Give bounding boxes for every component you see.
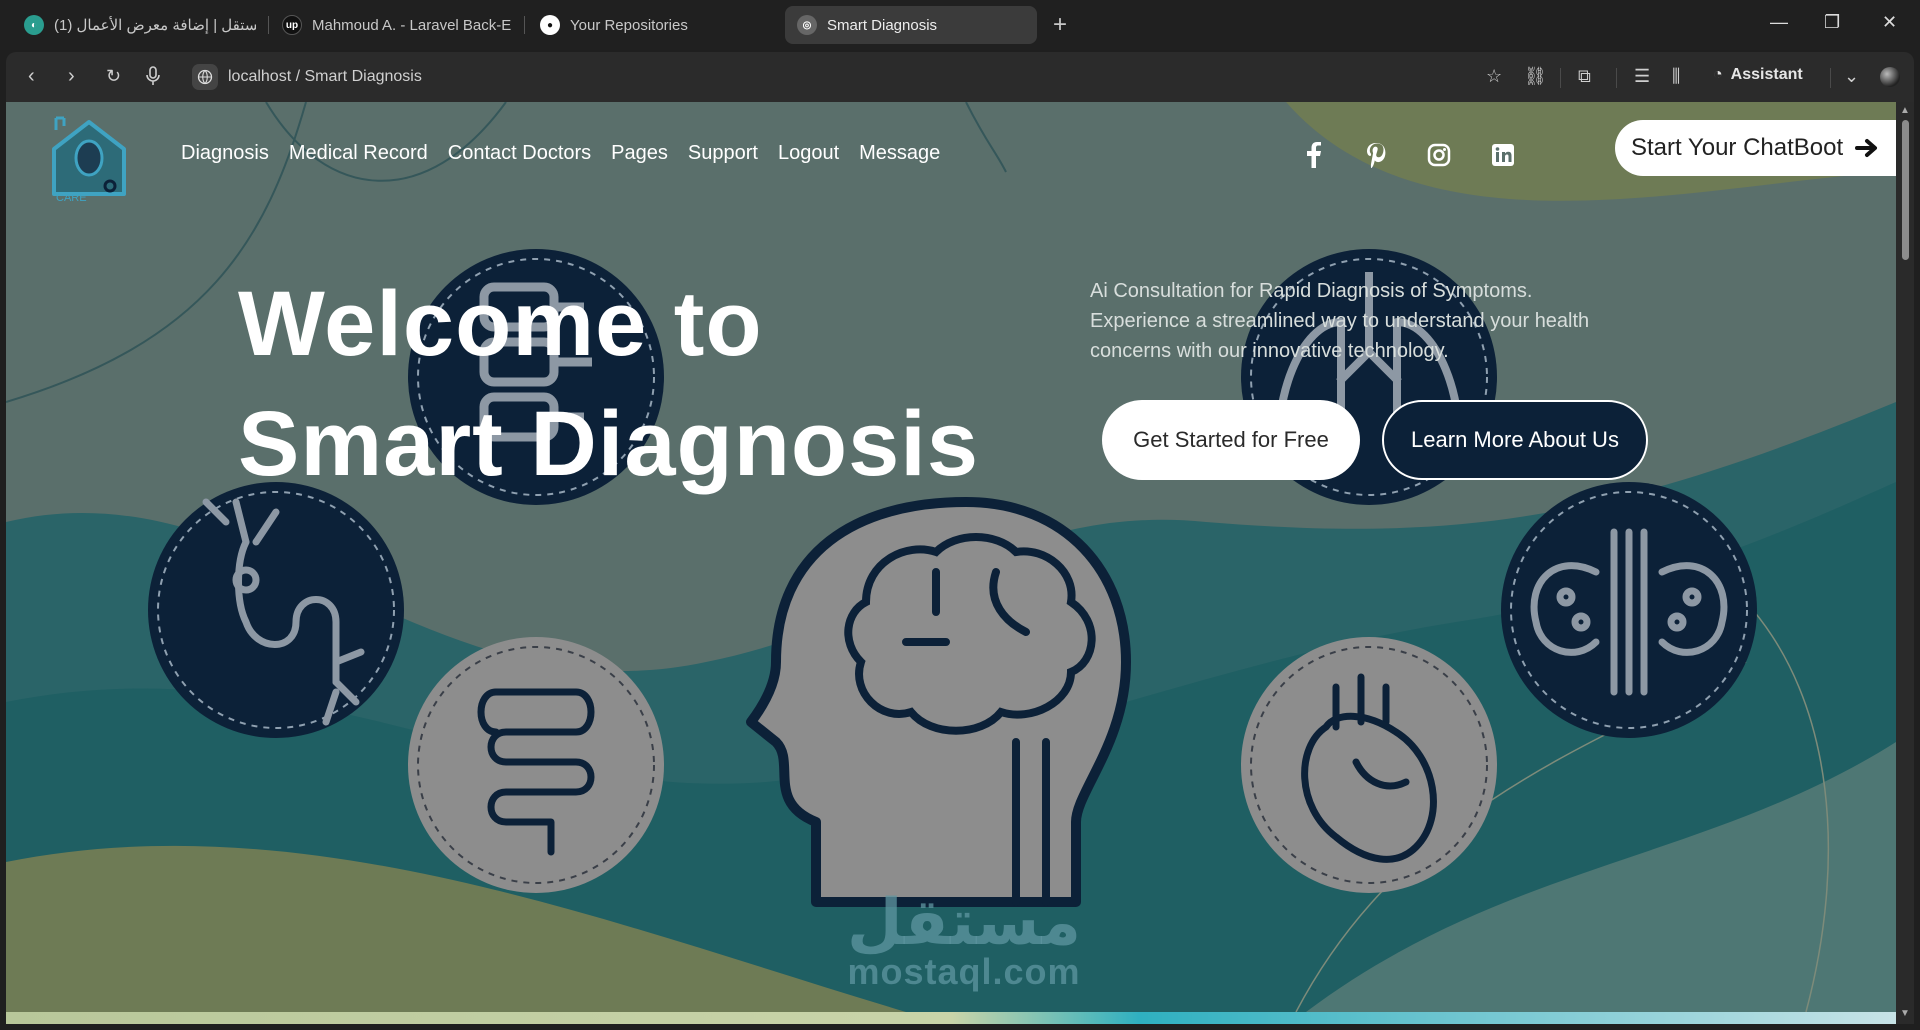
browser-tab-bar: ◐ مستقل | إضافة معرض الأعمال (1) up Mahm… <box>0 0 1920 50</box>
scroll-up-icon[interactable]: ▲ <box>1900 105 1910 116</box>
main-nav: Diagnosis Medical Record Contact Doctors… <box>181 142 940 165</box>
hero-title-line2: Smart Diagnosis <box>238 393 979 495</box>
tab-label: Smart Diagnosis <box>827 16 938 34</box>
instagram-icon[interactable] <box>1424 140 1454 170</box>
globe-icon: ◎ <box>797 15 817 35</box>
nav-message[interactable]: Message <box>859 142 940 165</box>
toolbar-divider <box>1560 68 1561 88</box>
watermark-latin: mostaql.com <box>847 951 1081 992</box>
profile-avatar[interactable] <box>1880 67 1900 87</box>
microphone-icon[interactable] <box>146 66 160 90</box>
mostaql-watermark: مستقل mostaql.com <box>844 886 1084 992</box>
logo-text: CARE <box>56 192 87 204</box>
tab-mostaql[interactable]: ◐ مستقل | إضافة معرض الأعمال (1) <box>24 6 256 44</box>
facebook-icon[interactable] <box>1299 140 1329 170</box>
forward-icon[interactable]: › <box>68 66 75 86</box>
tab-separator <box>268 16 269 34</box>
assistant-label: Assistant <box>1730 66 1803 83</box>
new-tab-button[interactable]: + <box>1053 12 1067 38</box>
tab-separator <box>524 16 525 34</box>
back-icon[interactable]: ‹ <box>28 66 35 86</box>
hero-title-line1: Welcome to <box>238 273 763 375</box>
intestine-icon <box>408 637 664 893</box>
site-info-icon[interactable] <box>192 64 218 90</box>
pinterest-icon[interactable] <box>1361 140 1391 170</box>
nav-support[interactable]: Support <box>688 142 758 165</box>
linkedin-icon[interactable] <box>1488 140 1518 170</box>
reload-icon[interactable]: ↻ <box>106 66 121 86</box>
reading-list-icon[interactable]: ☰ <box>1634 66 1650 86</box>
heart-icon <box>1241 637 1497 893</box>
hero-title: Welcome to Smart Diagnosis <box>238 264 979 504</box>
mostaql-icon: ◐ <box>24 15 44 35</box>
close-icon[interactable]: ✕ <box>1882 12 1897 33</box>
tab-upwork[interactable]: up Mahmoud A. - Laravel Back-E <box>282 6 512 44</box>
get-started-button[interactable]: Get Started for Free <box>1102 400 1360 480</box>
watermark-arabic: مستقل <box>846 886 1082 960</box>
nav-medical-record[interactable]: Medical Record <box>289 142 428 165</box>
site-logo[interactable]: CARE <box>44 114 134 204</box>
page-scrollbar[interactable]: ▲ ▼ <box>1896 102 1914 1024</box>
kidneys-icon <box>1501 482 1757 738</box>
toolbar-divider <box>1830 68 1831 88</box>
scroll-down-icon[interactable]: ▼ <box>1900 1008 1910 1019</box>
toolbar-divider <box>1616 68 1617 88</box>
url-field[interactable]: localhost / Smart Diagnosis <box>228 68 422 86</box>
bookmark-star-icon[interactable]: ☆ <box>1486 66 1502 86</box>
start-chatboot-button[interactable]: Start Your ChatBoot <box>1615 120 1896 176</box>
tab-label: مستقل | إضافة معرض الأعمال (1) <box>54 17 256 34</box>
assistant-icon: ◔ <box>1713 66 1723 83</box>
tab-label: Mahmoud A. - Laravel Back-E <box>312 16 512 34</box>
minimize-icon[interactable]: — <box>1770 12 1788 33</box>
audio-wave-icon[interactable]: ⫼ <box>1672 66 1680 86</box>
nav-contact-doctors[interactable]: Contact Doctors <box>448 142 591 165</box>
organ-illustration <box>148 249 1757 907</box>
nav-logout[interactable]: Logout <box>778 142 839 165</box>
nav-pages[interactable]: Pages <box>611 142 668 165</box>
learn-more-button[interactable]: Learn More About Us <box>1382 400 1648 480</box>
tab-label: Your Repositories <box>570 16 688 34</box>
github-icon: ● <box>540 15 560 35</box>
hero-description: Ai Consultation for Rapid Diagnosis of S… <box>1090 280 1590 362</box>
restore-icon[interactable]: ❐ <box>1824 12 1840 33</box>
assistant-button[interactable]: ◔ Assistant <box>1713 66 1803 84</box>
tab-smart-diagnosis[interactable]: ◎ Smart Diagnosis <box>785 6 1037 44</box>
brain-head-icon <box>746 497 1131 907</box>
address-bar: ‹ › ↻ localhost / Smart Diagnosis ☆ ⛓ ⧉ … <box>6 52 1914 102</box>
link-icon[interactable]: ⛓ <box>1524 66 1547 86</box>
chevron-down-icon[interactable]: ⌄ <box>1844 66 1859 86</box>
tab-github[interactable]: ● Your Repositories <box>540 6 750 44</box>
bottom-gradient-strip <box>6 1012 1896 1024</box>
chatboot-label: Start Your ChatBoot <box>1631 134 1844 161</box>
nav-diagnosis[interactable]: Diagnosis <box>181 142 269 165</box>
scroll-thumb[interactable] <box>1902 120 1909 260</box>
nerve-icon <box>148 482 404 738</box>
extensions-icon[interactable]: ⧉ <box>1578 66 1591 86</box>
upwork-icon: up <box>282 15 302 35</box>
arrow-right-icon <box>1855 139 1878 157</box>
page-viewport: CARE Diagnosis Medical Record Contact Do… <box>6 102 1896 1012</box>
